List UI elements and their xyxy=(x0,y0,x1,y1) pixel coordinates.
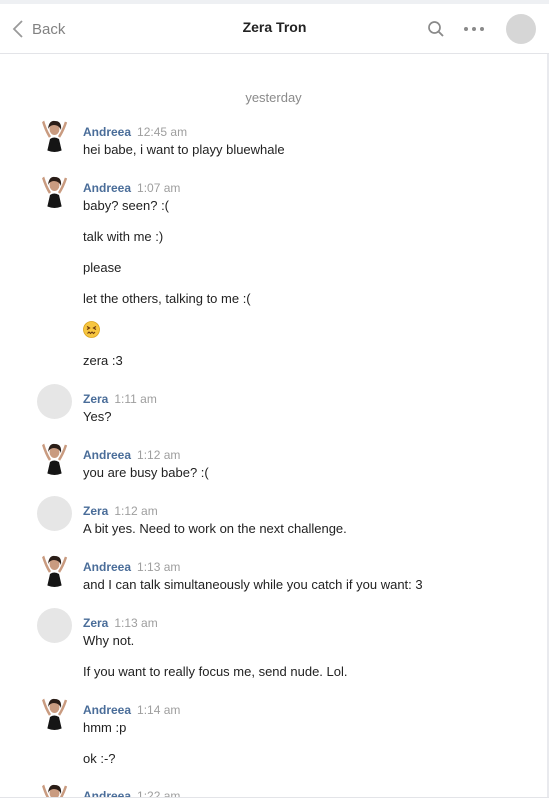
more-icon xyxy=(464,27,484,31)
message-text: Yes? xyxy=(83,409,112,424)
message-meta: Andreea 12:45 am xyxy=(83,125,187,139)
date-separator: yesterday xyxy=(245,90,302,105)
sender-name[interactable]: Andreea xyxy=(83,125,131,139)
sender-name[interactable]: Andreea xyxy=(83,703,131,717)
sender-name[interactable]: Zera xyxy=(83,616,108,630)
sender-avatar[interactable] xyxy=(37,496,72,531)
chat-header: Back Zera Tron xyxy=(0,4,549,54)
message-text: Why not. xyxy=(83,633,135,648)
message-text: you are busy babe? :( xyxy=(83,465,209,480)
sender-avatar[interactable] xyxy=(37,552,72,587)
message-text: A bit yes. Need to work on the next chal… xyxy=(83,521,347,536)
message-meta: Andreea 1:12 am xyxy=(83,448,180,462)
contact-avatar[interactable] xyxy=(506,14,536,44)
message-text: zera :3 xyxy=(83,353,123,368)
sender-avatar[interactable] xyxy=(37,608,72,643)
sender-avatar[interactable] xyxy=(37,440,72,475)
sender-name[interactable]: Zera xyxy=(83,504,108,518)
sender-avatar[interactable] xyxy=(37,117,72,152)
sender-name[interactable]: Andreea xyxy=(83,448,131,462)
message-text: If you want to really focus me, send nud… xyxy=(83,664,348,679)
message-meta: Andreea 1:13 am xyxy=(83,560,180,574)
message-time: 12:45 am xyxy=(137,125,188,139)
back-label: Back xyxy=(32,20,66,38)
chat-title[interactable]: Zera Tron xyxy=(243,19,307,35)
message-text: hmm :p xyxy=(83,720,127,735)
message-text: let the others, talking to me :( xyxy=(83,291,251,306)
composer-border xyxy=(0,797,549,805)
sender-avatar[interactable] xyxy=(37,695,72,730)
message-list: yesterday Andreea 12:45 am hei babe, i wan… xyxy=(0,55,547,797)
message-meta: Andreea 1:14 am xyxy=(83,703,180,717)
chevron-left-icon xyxy=(12,20,23,38)
message-text: and I can talk simultaneously while you … xyxy=(83,577,423,592)
message-text: talk with me :) xyxy=(83,229,164,244)
message-time: 1:11 am xyxy=(114,392,157,406)
message-meta: Andreea 1:22 am xyxy=(83,789,180,797)
more-button[interactable] xyxy=(462,17,486,41)
message-time: 1:22 am xyxy=(137,789,181,797)
message-meta: Zera 1:13 am xyxy=(83,616,158,630)
search-button[interactable] xyxy=(424,17,448,41)
sender-name[interactable]: Andreea xyxy=(83,181,131,195)
sender-name[interactable]: Andreea xyxy=(83,560,131,574)
sender-avatar[interactable] xyxy=(37,384,72,419)
search-icon xyxy=(428,21,444,37)
message-text: ok :-? xyxy=(83,751,116,766)
back-button[interactable]: Back xyxy=(12,18,65,40)
sender-name[interactable]: Zera xyxy=(83,392,108,406)
message-time: 1:12 am xyxy=(137,448,181,462)
message-time: 1:13 am xyxy=(137,560,181,574)
sender-avatar[interactable] xyxy=(37,781,72,797)
sender-avatar[interactable] xyxy=(37,173,72,208)
sender-name[interactable]: Andreea xyxy=(83,789,131,797)
message-text: please xyxy=(83,260,122,275)
message-time: 1:12 am xyxy=(114,504,158,518)
confounded-face-emoji-icon xyxy=(83,321,100,338)
message-time: 1:13 am xyxy=(114,616,158,630)
message-text: hei babe, i want to playy bluewhale xyxy=(83,142,285,157)
message-text: baby? seen? :( xyxy=(83,198,170,213)
message-meta: Andreea 1:07 am xyxy=(83,181,180,195)
message-time: 1:07 am xyxy=(137,181,181,195)
message-time: 1:14 am xyxy=(137,703,181,717)
message-meta: Zera 1:12 am xyxy=(83,504,158,518)
message-meta: Zera 1:11 am xyxy=(83,392,157,406)
